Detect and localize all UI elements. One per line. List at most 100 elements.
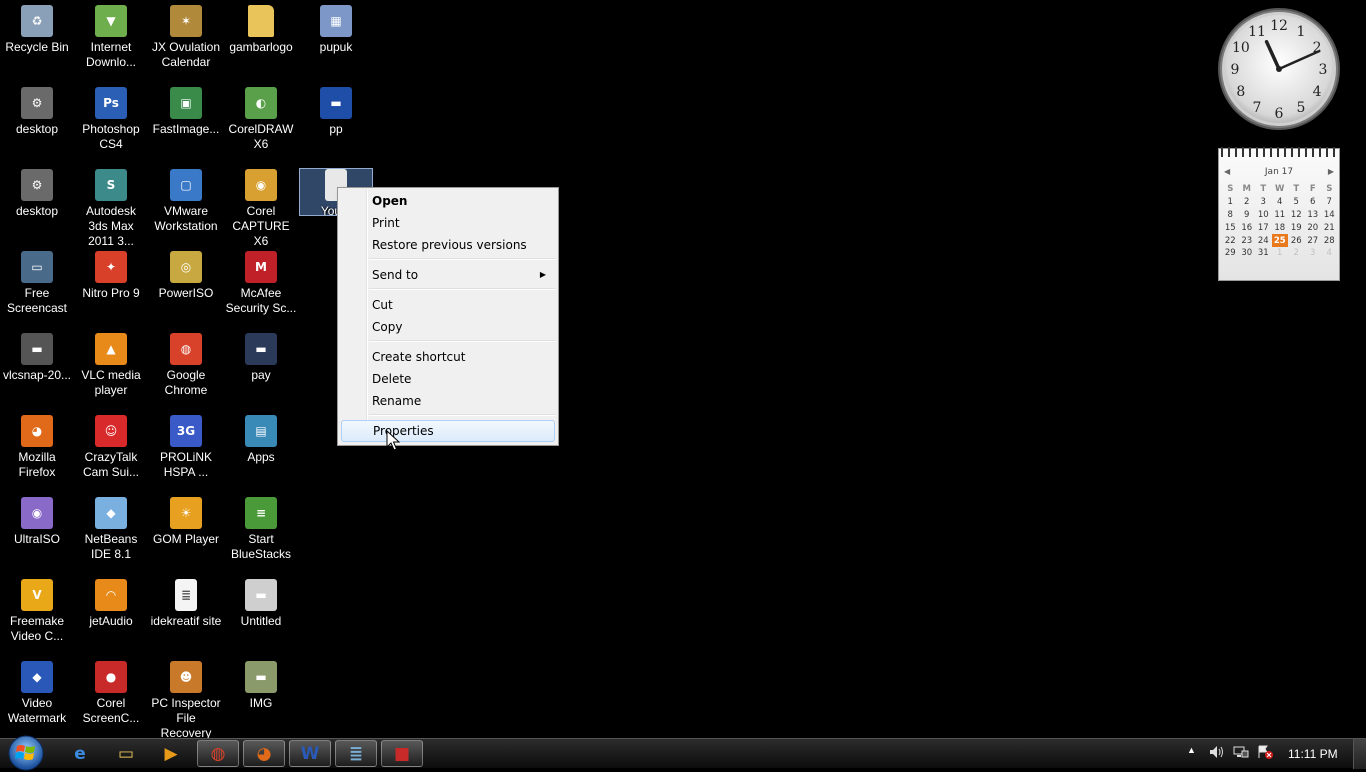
- show-desktop-button[interactable]: [1353, 739, 1366, 769]
- taskbar-button[interactable]: ■: [381, 740, 423, 767]
- calendar-day[interactable]: 25: [1271, 234, 1288, 247]
- taskbar-button[interactable]: ◍: [197, 740, 239, 767]
- calendar-day[interactable]: 14: [1321, 209, 1338, 222]
- desktop-icon[interactable]: ◎ PowerISO: [150, 251, 222, 301]
- desktop-icon[interactable]: S Autodesk 3ds Max 2011 3...: [75, 169, 147, 249]
- calendar-day[interactable]: 24: [1255, 234, 1272, 247]
- calendar-day[interactable]: 7: [1321, 196, 1338, 209]
- calendar-day[interactable]: 20: [1305, 221, 1322, 234]
- desktop-icon[interactable]: ⚙ desktop: [1, 87, 73, 137]
- action-center-flag-icon[interactable]: [1257, 745, 1273, 762]
- desktop-icon[interactable]: M McAfee Security Sc...: [225, 251, 297, 316]
- calendar-day[interactable]: 18: [1272, 221, 1289, 234]
- menu-item-send-to[interactable]: Send to ▶: [341, 264, 555, 286]
- desktop-icon[interactable]: Ps Photoshop CS4: [75, 87, 147, 152]
- desktop-icon[interactable]: ▬ pp: [300, 87, 372, 137]
- desktop-icon[interactable]: ◠ jetAudio: [75, 579, 147, 629]
- calendar-day[interactable]: 30: [1239, 247, 1256, 260]
- desktop-icon[interactable]: ▦ pupuk: [300, 5, 372, 55]
- menu-item-open[interactable]: Open: [341, 190, 555, 212]
- calendar-day[interactable]: 28: [1321, 234, 1338, 247]
- calendar-day[interactable]: 17: [1255, 221, 1272, 234]
- desktop-icon[interactable]: ▤ Apps: [225, 415, 297, 465]
- taskbar-button[interactable]: e: [59, 740, 101, 767]
- calendar-day[interactable]: 26: [1288, 234, 1305, 247]
- calendar-day[interactable]: 29: [1222, 247, 1239, 260]
- desktop-icon[interactable]: V Freemake Video C...: [1, 579, 73, 644]
- taskbar-button[interactable]: ◕: [243, 740, 285, 767]
- desktop-icon[interactable]: ☺ CrazyTalk Cam Sui...: [75, 415, 147, 480]
- menu-item-properties[interactable]: Properties: [341, 420, 555, 442]
- taskbar-clock[interactable]: 11:11 PM: [1288, 747, 1338, 761]
- taskbar-button[interactable]: ▭: [105, 740, 147, 767]
- desktop-icon[interactable]: ● Corel ScreenC...: [75, 661, 147, 726]
- calendar-day[interactable]: 5: [1288, 196, 1305, 209]
- calendar-day[interactable]: 13: [1305, 209, 1322, 222]
- desktop-icon[interactable]: ≣ idekreatif site: [150, 579, 222, 629]
- desktop-icon[interactable]: ✦ Nitro Pro 9: [75, 251, 147, 301]
- calendar-day[interactable]: 15: [1222, 221, 1239, 234]
- start-button-windows-logo-icon[interactable]: [6, 734, 46, 772]
- calendar-day[interactable]: 3: [1255, 196, 1272, 209]
- desktop-icon[interactable]: gambarlogo: [225, 5, 297, 55]
- desktop-icon[interactable]: ▣ FastImage...: [150, 87, 222, 137]
- network-icon[interactable]: [1233, 745, 1249, 762]
- calendar-day[interactable]: 10: [1255, 209, 1272, 222]
- taskbar-button[interactable]: ≣: [335, 740, 377, 767]
- desktop-icon[interactable]: ≡ Start BlueStacks: [225, 497, 297, 562]
- calendar-day[interactable]: 22: [1222, 234, 1239, 247]
- desktop-icon[interactable]: ▬ Untitled: [225, 579, 297, 629]
- menu-item-print[interactable]: Print: [341, 212, 555, 234]
- show-hidden-icons-arrow-icon[interactable]: ▲: [1187, 745, 1196, 755]
- calendar-day[interactable]: 4: [1272, 196, 1289, 209]
- desktop-icon[interactable]: ◆ Video Watermark: [1, 661, 73, 726]
- menu-item-restore-previous-versions[interactable]: Restore previous versions: [341, 234, 555, 256]
- desktop-icon[interactable]: ◕ Mozilla Firefox: [1, 415, 73, 480]
- menu-item-copy[interactable]: Copy: [341, 316, 555, 338]
- calendar-day[interactable]: 2: [1239, 196, 1256, 209]
- calendar-day[interactable]: 19: [1288, 221, 1305, 234]
- taskbar-button[interactable]: W: [289, 740, 331, 767]
- calendar-day[interactable]: 4: [1321, 247, 1338, 260]
- calendar-day[interactable]: 31: [1255, 247, 1272, 260]
- calendar-day[interactable]: 21: [1321, 221, 1338, 234]
- calendar-day[interactable]: 1: [1222, 196, 1239, 209]
- calendar-day[interactable]: 16: [1239, 221, 1256, 234]
- clock-gadget[interactable]: 12 1 2 3 4 5 6 7 8 9 10 11: [1216, 6, 1342, 132]
- taskbar-button[interactable]: ▶: [150, 740, 192, 767]
- desktop-icon[interactable]: ▼ Internet Downlo...: [75, 5, 147, 70]
- volume-icon[interactable]: [1209, 745, 1225, 762]
- desktop-icon[interactable]: ◐ CorelDRAW X6: [225, 87, 297, 152]
- menu-item-delete[interactable]: Delete: [341, 368, 555, 390]
- desktop-icon[interactable]: ◉ Corel CAPTURE X6: [225, 169, 297, 249]
- desktop-icon[interactable]: 3G PROLiNK HSPA ...: [150, 415, 222, 480]
- desktop-icon[interactable]: ▬ pay: [225, 333, 297, 383]
- calendar-day[interactable]: 9: [1239, 209, 1256, 222]
- calendar-day[interactable]: 3: [1305, 247, 1322, 260]
- desktop-icon[interactable]: ☻ PC Inspector File Recovery: [150, 661, 222, 741]
- desktop-icon[interactable]: ♻ Recycle Bin: [1, 5, 73, 55]
- menu-item-create-shortcut[interactable]: Create shortcut: [341, 346, 555, 368]
- desktop-icon[interactable]: ▬ vlcsnap-20...: [1, 333, 73, 383]
- desktop[interactable]: ♻ Recycle Bin ▼ Internet Downlo... ✶ JX Ovula…: [0, 0, 1366, 741]
- menu-item-rename[interactable]: Rename: [341, 390, 555, 412]
- desktop-icon[interactable]: ▭ Free Screencast: [1, 251, 73, 316]
- calendar-day[interactable]: 12: [1288, 209, 1305, 222]
- desktop-icon[interactable]: ▲ VLC media player: [75, 333, 147, 398]
- calendar-day[interactable]: 23: [1239, 234, 1256, 247]
- desktop-icon[interactable]: ◉ UltraISO: [1, 497, 73, 547]
- calendar-gadget[interactable]: ◀ Jan 17 ▶ S M T W T F S 1 2 3 4 5 6 7 8 9 10 11 12 13 14 15 1…: [1218, 147, 1340, 281]
- calendar-day[interactable]: 6: [1305, 196, 1322, 209]
- desktop-icon[interactable]: ◍ Google Chrome: [150, 333, 222, 398]
- calendar-day[interactable]: 11: [1272, 209, 1289, 222]
- desktop-icon[interactable]: ⚙ desktop: [1, 169, 73, 219]
- desktop-icon[interactable]: ▬ IMG: [225, 661, 297, 711]
- desktop-icon[interactable]: ◆ NetBeans IDE 8.1: [75, 497, 147, 562]
- desktop-icon[interactable]: ▢ VMware Workstation: [150, 169, 222, 234]
- calendar-day[interactable]: 27: [1305, 234, 1322, 247]
- desktop-icon[interactable]: ✶ JX Ovulation Calendar: [150, 5, 222, 70]
- calendar-day[interactable]: 8: [1222, 209, 1239, 222]
- calendar-day[interactable]: 2: [1288, 247, 1305, 260]
- menu-item-cut[interactable]: Cut: [341, 294, 555, 316]
- desktop-icon[interactable]: ☀ GOM Player: [150, 497, 222, 547]
